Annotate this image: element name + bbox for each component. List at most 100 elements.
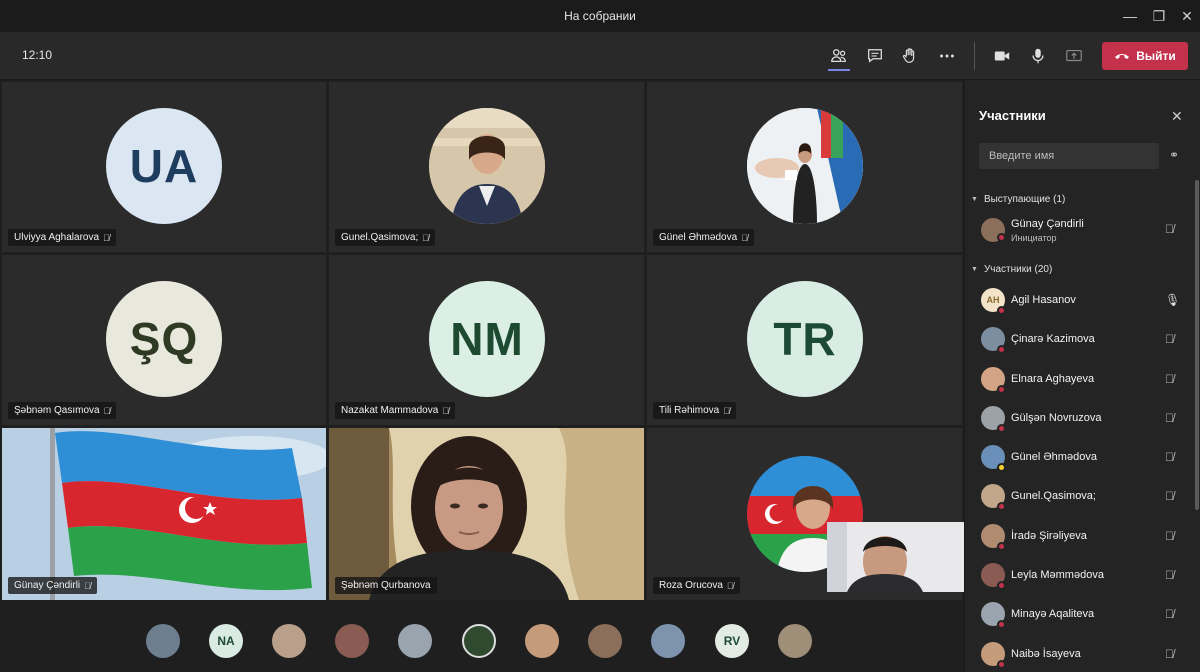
presence-status-icon [997, 620, 1006, 629]
leave-button[interactable]: Выйти [1102, 42, 1188, 70]
strip-avatar[interactable] [335, 624, 369, 658]
mic-off-icon: 🎙̸ [1165, 529, 1174, 543]
mic-off-icon: 🎙̸ [442, 405, 450, 416]
participant-video-feed [329, 428, 644, 600]
mic-off-icon: 🎙̸ [723, 405, 730, 416]
mic-off-icon: 🎙̸ [1165, 411, 1174, 425]
microphone-button[interactable] [1022, 40, 1054, 72]
strip-avatar[interactable] [398, 624, 432, 658]
participant-nametag: Gunel.Qasimova; 🎙̸ [335, 229, 436, 246]
share-screen-button[interactable] [1058, 40, 1090, 72]
participant-nametag: Tili Rəhimova 🎙̸ [653, 402, 736, 419]
participants-icon [831, 49, 846, 63]
chat-icon [868, 49, 882, 63]
participant-name: Elnara Aghayeva [1011, 373, 1095, 385]
participant-search-input[interactable] [979, 143, 1159, 169]
close-panel-icon[interactable]: ✕ [1171, 108, 1183, 125]
participant-initials-avatar: UA [106, 108, 222, 224]
participant-row[interactable]: Leyla Məmmədova 🎙̸ [965, 557, 1193, 593]
presence-status-icon [997, 306, 1006, 315]
chat-button[interactable] [859, 40, 891, 72]
participant-row[interactable]: Gunel.Qasimova; 🎙̸ [965, 478, 1193, 514]
mic-off-icon: 🎙̸ [1165, 489, 1174, 503]
strip-avatar[interactable] [651, 624, 685, 658]
participant-initials-avatar: ŞQ [106, 281, 222, 397]
participant-video-tile[interactable]: Şəbnəm Qurbanova [329, 428, 644, 600]
participant-row[interactable]: Naibə İsayeva 🎙̸ [965, 636, 1193, 672]
participant-row[interactable]: Minayə Aqaliteva 🎙̸ [965, 596, 1193, 632]
participant-tile[interactable]: NM Nazakat Mammadova 🎙̸ [329, 255, 644, 425]
participant-tile[interactable]: Gunel.Qasimova; 🎙̸ [329, 82, 644, 252]
more-actions-button[interactable] [931, 40, 963, 72]
participant-strip: NA RV [0, 602, 964, 672]
participant-name: Agil Hasanov [1011, 294, 1076, 306]
raise-hand-button[interactable] [894, 40, 926, 72]
presence-status-icon [997, 581, 1006, 590]
participant-nametag: Günel Əhmədova 🎙̸ [653, 229, 754, 246]
participant-row[interactable]: Gülşən Novruzova 🎙̸ [965, 400, 1193, 436]
panel-scrollbar[interactable] [1195, 180, 1199, 510]
camera-button[interactable] [986, 40, 1018, 72]
participant-row[interactable]: Elnara Aghayeva 🎙̸ [965, 361, 1193, 397]
self-view-video[interactable] [827, 522, 964, 592]
participant-tile[interactable]: UA Ulviyya Aghalarova 🎙̸ [2, 82, 326, 252]
strip-avatar[interactable] [525, 624, 559, 658]
attendees-label: Участники (20) [983, 264, 1053, 275]
meeting-clock: 12:10 [22, 48, 53, 62]
participant-name: Tili Rəhimova [659, 405, 720, 416]
participant-name: Gülşən Novruzova [1011, 412, 1102, 424]
video-stage: UA Ulviyya Aghalarova 🎙̸ Gunel.Qasimova; 🎙… [0, 80, 964, 672]
participant-name: Günel Əhmədova [1011, 451, 1097, 463]
mic-off-icon: 🎙̸ [1165, 450, 1174, 464]
self-view-feed [827, 522, 964, 592]
participant-row[interactable]: Günel Əhmədova 🎙̸ [965, 439, 1193, 475]
show-participants-button[interactable] [823, 40, 855, 72]
window-titlebar: На собрании [0, 0, 1200, 32]
presenters-label: Выступающие (1) [983, 194, 1066, 205]
participant-initials-avatar: TR [747, 281, 863, 397]
participant-photo-avatar [429, 108, 545, 224]
participant-row[interactable]: AH Agil Hasanov 🎙 [965, 282, 1193, 318]
participant-tile[interactable]: Günel Əhmədova 🎙̸ [647, 82, 962, 252]
share-invite-icon[interactable]: ⚭ [1169, 148, 1179, 162]
participant-name: Şəbnəm Qurbanova [341, 580, 431, 591]
participant-video-tile[interactable]: Günay Çəndirli 🎙̸ [2, 428, 326, 600]
attendees-section-header[interactable]: ▼ Участники (20) [971, 264, 1052, 275]
close-window-icon[interactable]: ✕ [1170, 0, 1200, 32]
strip-avatar[interactable] [588, 624, 622, 658]
participant-name: Çinarə Kazimova [1011, 333, 1095, 345]
participant-initials-avatar: NM [429, 281, 545, 397]
mic-off-icon: 🎙̸ [1165, 568, 1174, 582]
participant-nametag: Günay Çəndirli 🎙̸ [8, 577, 97, 594]
strip-avatar[interactable] [778, 624, 812, 658]
presenters-section-header[interactable]: ▼ Выступающие (1) [971, 194, 1065, 205]
participant-tile[interactable]: ŞQ Şəbnəm Qasımova 🎙̸ [2, 255, 326, 425]
participant-tile[interactable]: TR Tili Rəhimova 🎙̸ [647, 255, 962, 425]
participant-name: Roza Orucova [659, 580, 723, 591]
more-icon [940, 54, 954, 58]
presence-status-icon [997, 424, 1006, 433]
presence-status-icon [997, 542, 1006, 551]
mic-off-icon: 🎙̸ [84, 580, 91, 591]
strip-avatar[interactable] [146, 624, 180, 658]
participant-name: Gunel.Qasimova; [341, 232, 419, 243]
presence-status-icon [997, 502, 1006, 511]
collapse-arrow-icon: ▼ [971, 266, 978, 273]
participant-nametag: Nazakat Mammadova 🎙̸ [335, 402, 456, 419]
presence-away-icon [997, 463, 1006, 472]
participant-name: Günay Çəndirli [14, 580, 81, 591]
participant-row[interactable]: Günay Çəndirli Инициатор 🎙̸ [965, 212, 1193, 248]
mic-off-icon: 🎙̸ [1165, 372, 1174, 386]
participant-nametag: Roza Orucova 🎙̸ [653, 577, 740, 594]
strip-avatar[interactable]: RV [715, 624, 749, 658]
participant-row[interactable]: Çinarə Kazimova 🎙̸ [965, 321, 1193, 357]
strip-avatar[interactable]: NA [209, 624, 243, 658]
strip-avatar[interactable] [462, 624, 496, 658]
participant-name: Günay Çəndirli [1011, 218, 1084, 230]
strip-avatar[interactable] [272, 624, 306, 658]
participant-name: Minayə Aqaliteva [1011, 608, 1095, 620]
participant-row[interactable]: İradə Şirəliyeva 🎙̸ [965, 518, 1193, 554]
presence-status-icon [997, 345, 1006, 354]
hang-up-icon [1115, 54, 1130, 59]
presence-status-icon [997, 660, 1006, 669]
